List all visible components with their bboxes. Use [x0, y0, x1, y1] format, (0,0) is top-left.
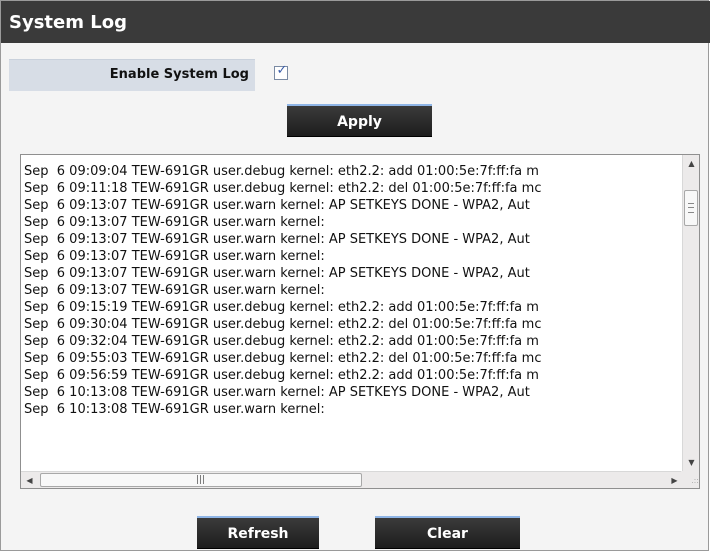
log-line: Sep 6 09:13:07 TEW-691GR user.warn kerne…: [24, 283, 325, 298]
log-line: Sep 6 09:55:03 TEW-691GR user.debug kern…: [24, 351, 542, 366]
log-line: Sep 6 09:13:07 TEW-691GR user.warn kerne…: [24, 266, 530, 281]
log-line: Sep 6 09:13:07 TEW-691GR user.warn kerne…: [24, 232, 530, 247]
page-title: System Log: [9, 12, 127, 33]
clear-button[interactable]: Clear: [375, 516, 520, 548]
enable-system-log-row: Enable System Log: [9, 59, 255, 91]
log-line: Sep 6 09:15:19 TEW-691GR user.debug kern…: [24, 300, 539, 315]
log-line: Sep 6 09:13:07 TEW-691GR user.warn kerne…: [24, 198, 530, 213]
log-line: Sep 6 09:13:07 TEW-691GR user.warn kerne…: [24, 215, 325, 230]
enable-system-log-label: Enable System Log: [109, 67, 249, 82]
apply-button[interactable]: Apply: [287, 104, 432, 136]
system-log-panel: System Log Enable System Log ✓ Apply Sep…: [0, 0, 710, 551]
arrow-down-icon[interactable]: ▼: [683, 454, 699, 471]
enable-system-log-checkbox[interactable]: ✓: [274, 63, 288, 80]
title-bar: System Log: [1, 1, 710, 43]
log-line: Sep 6 09:30:04 TEW-691GR user.debug kern…: [24, 317, 542, 332]
arrow-left-icon[interactable]: ◀: [21, 472, 38, 488]
log-line: Sep 6 09:13:07 TEW-691GR user.warn kerne…: [24, 249, 325, 264]
log-content: Sep 6 09:09:04 TEW-691GR user.debug kern…: [24, 163, 679, 465]
resize-grip-icon[interactable]: .::: [681, 471, 699, 488]
horizontal-scroll-thumb[interactable]: |||: [40, 473, 362, 487]
check-icon: ✓: [276, 63, 288, 78]
log-line: Sep 6 09:56:59 TEW-691GR user.debug kern…: [24, 368, 539, 383]
log-line: Sep 6 09:11:18 TEW-691GR user.debug kern…: [24, 181, 542, 196]
vertical-scroll-thumb[interactable]: [684, 190, 698, 226]
log-line: Sep 6 10:13:08 TEW-691GR user.warn kerne…: [24, 385, 530, 400]
horizontal-scrollbar[interactable]: ◀ ||| ▶: [21, 471, 683, 488]
vertical-scrollbar[interactable]: ▲ ▼: [682, 155, 699, 471]
log-line: Sep 6 10:13:08 TEW-691GR user.warn kerne…: [24, 402, 325, 417]
log-line: Sep 6 09:32:04 TEW-691GR user.debug kern…: [24, 334, 539, 349]
log-line: Sep 6 09:09:04 TEW-691GR user.debug kern…: [24, 164, 539, 179]
refresh-button[interactable]: Refresh: [197, 516, 319, 548]
system-log-textarea[interactable]: Sep 6 09:09:04 TEW-691GR user.debug kern…: [20, 154, 700, 489]
arrow-up-icon[interactable]: ▲: [683, 155, 699, 172]
